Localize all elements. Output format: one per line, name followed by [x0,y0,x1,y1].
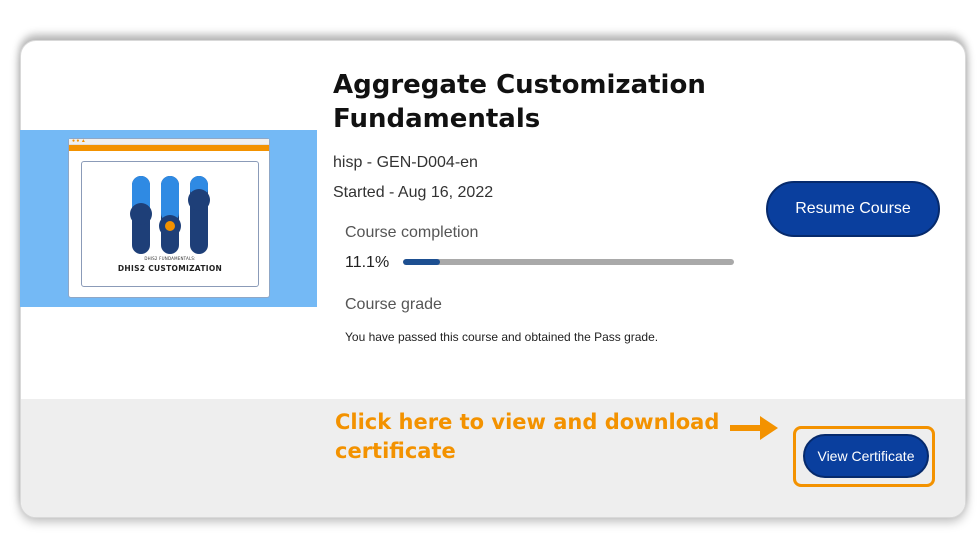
course-org-code: hisp - GEN-D004-en [333,154,478,171]
grade-label: Course grade [345,296,442,313]
completion-label: Course completion [345,224,479,241]
resume-course-button[interactable]: Resume Course [766,181,940,237]
sliders-logo-icon [130,176,210,254]
browser-accent-strip [69,145,269,151]
pass-message: You have passed this course and obtained… [345,330,659,344]
window-dots-icon: ● ● ▲ [72,138,86,144]
arrow-right-icon [730,416,778,440]
thumbnail-caption-large: DHIS2 CUSTOMIZATION [117,264,223,273]
callout-line2: certificate [335,439,456,463]
thumbnail-caption-small: DHIS2 FUNDAMENTALS: [144,256,196,261]
course-title-line2: Fundamentals [333,104,541,134]
completion-percent: 11.1% [345,254,390,271]
view-certificate-button[interactable]: View Certificate [803,434,929,478]
course-title: Aggregate Customization Fundamentals [333,68,753,136]
completion-progress-bar [403,259,734,265]
callout-line1: Click here to view and download [335,410,720,434]
thumbnail-browser-mock: ● ● ▲ DHIS2 FUNDAMENTALS: DHIS2 CUSTOMIZ… [68,138,270,298]
thumbnail-panel: DHIS2 FUNDAMENTALS: DHIS2 CUSTOMIZATION [81,161,259,287]
course-thumbnail: ● ● ▲ DHIS2 FUNDAMENTALS: DHIS2 CUSTOMIZ… [20,130,317,307]
certificate-callout: Click here to view and download certific… [335,408,735,466]
course-start-date: Started - Aug 16, 2022 [333,184,494,201]
course-title-line1: Aggregate Customization [333,70,706,100]
completion-progress-fill [403,259,440,265]
